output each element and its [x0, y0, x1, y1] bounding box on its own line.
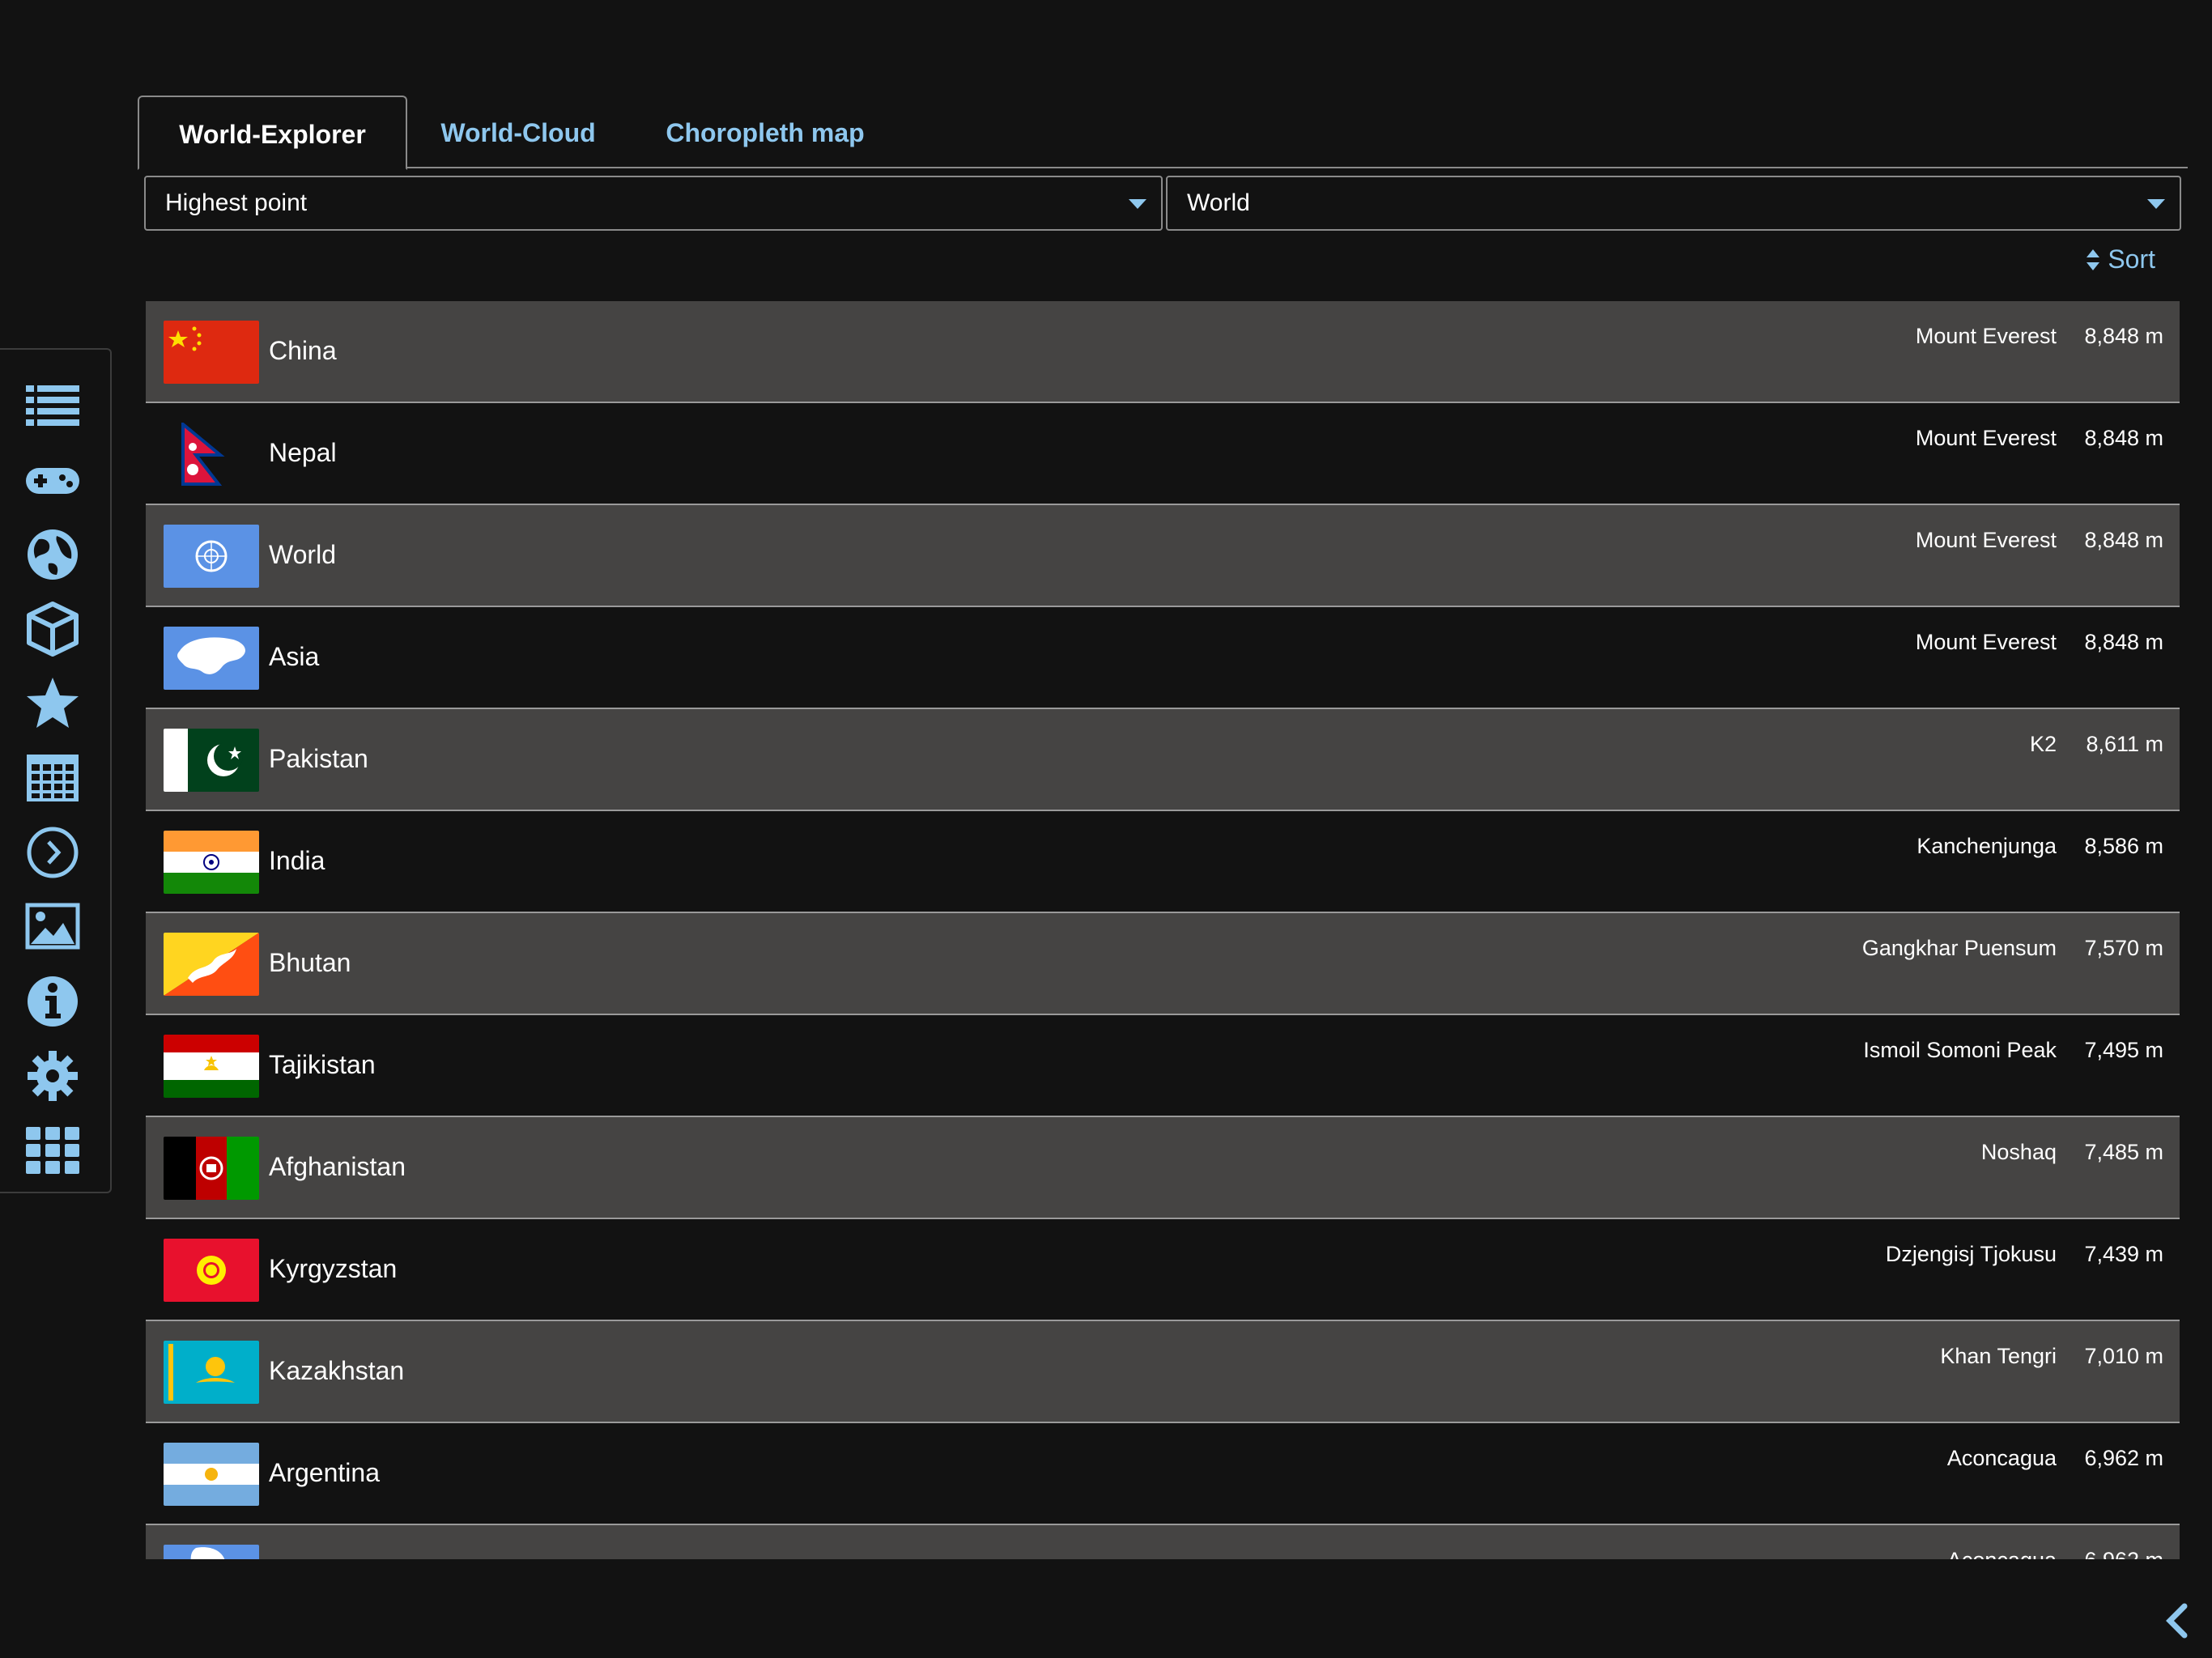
list-item[interactable]: China Mount Everest 8,848 m [146, 301, 2180, 403]
peak-height: 6,962 m [2084, 1446, 2163, 1470]
peak-height: 8,848 m [2084, 426, 2163, 450]
region-select-value: World [1187, 189, 1250, 216]
peak-name: Gangkhar Puensum [1861, 936, 2057, 960]
country-name: Argentina [269, 1458, 380, 1487]
gear-icon[interactable] [21, 1044, 84, 1107]
peak-height: 8,848 m [2084, 630, 2163, 654]
peak-height: 6,962 m [2084, 1548, 2163, 1559]
flag-icon [164, 831, 259, 894]
peak-name: Khan Tengri [1940, 1344, 2057, 1368]
chevron-left-icon[interactable] [2160, 1601, 2193, 1640]
peak-height: 8,848 m [2084, 528, 2163, 552]
peak-name: K2 [2029, 732, 2057, 756]
flag-icon [164, 627, 259, 690]
list-item[interactable]: World Mount Everest 8,848 m [146, 505, 2180, 607]
country-name: Nepal [269, 438, 337, 467]
peak-height: 8,611 m [2086, 732, 2163, 756]
cube-icon[interactable] [21, 597, 84, 661]
info-icon[interactable] [21, 970, 84, 1033]
flag-icon [164, 1443, 259, 1506]
flag-icon [164, 423, 259, 486]
peak-name: Dzjengisj Tjokusu [1885, 1242, 2057, 1266]
sidebar [0, 348, 112, 1193]
list-item[interactable]: Kyrgyzstan Dzjengisj Tjokusu 7,439 m [146, 1219, 2180, 1321]
star-icon[interactable] [21, 672, 84, 735]
country-name: Pakistan [269, 744, 368, 773]
list-item[interactable]: Asia Mount Everest 8,848 m [146, 607, 2180, 709]
flag-icon [164, 729, 259, 792]
globe-icon[interactable] [21, 523, 84, 586]
list-item[interactable]: India Kanchenjunga 8,586 m [146, 811, 2180, 913]
country-list: China Mount Everest 8,848 m Nepal Mount Ever… [146, 301, 2180, 1559]
country-name: World [269, 540, 336, 569]
list-item[interactable]: Aconcagua 6,962 m [146, 1525, 2180, 1559]
list-icon[interactable] [21, 374, 84, 437]
country-name: Afghanistan [269, 1152, 406, 1181]
list-item[interactable]: Pakistan K2 8,611 m [146, 709, 2180, 811]
peak-name: Aconcagua [1946, 1446, 2057, 1470]
flag-icon [164, 1137, 259, 1200]
chevron-down-icon [2147, 199, 2165, 209]
country-name: Kazakhstan [269, 1356, 405, 1385]
peak-height: 8,586 m [2084, 834, 2163, 858]
list-item[interactable]: Nepal Mount Everest 8,848 m [146, 403, 2180, 505]
peak-name: Ismoil Somoni Peak [1863, 1038, 2057, 1062]
flag-icon [164, 1545, 259, 1559]
category-select-value: Highest point [165, 189, 308, 216]
country-name: Asia [269, 642, 320, 671]
image-icon[interactable] [21, 895, 84, 959]
peak-name: Noshaq [1980, 1140, 2057, 1164]
tab-bar: World-Explorer World-Cloud Choropleth ma… [138, 96, 2188, 170]
list-item[interactable]: Tajikistan Ismoil Somoni Peak 7,495 m [146, 1015, 2180, 1117]
peak-name: Mount Everest [1915, 630, 2057, 654]
peak-name: Mount Everest [1915, 426, 2057, 450]
sort-label: Sort [2108, 244, 2155, 274]
country-name: Bhutan [269, 948, 351, 977]
flag-icon [164, 1239, 259, 1302]
country-name: India [269, 846, 325, 875]
list-item[interactable]: Argentina Aconcagua 6,962 m [146, 1423, 2180, 1525]
peak-height: 7,010 m [2084, 1344, 2163, 1368]
peak-height: 8,848 m [2084, 324, 2163, 348]
list-item[interactable]: Afghanistan Noshaq 7,485 m [146, 1117, 2180, 1219]
peak-name: Kanchenjunga [1916, 834, 2057, 858]
flag-icon [164, 525, 259, 588]
sort-icon [2087, 249, 2100, 270]
category-select[interactable]: Highest point [144, 176, 1163, 231]
peak-name: Mount Everest [1915, 324, 2057, 348]
list-item[interactable]: Bhutan Gangkhar Puensum 7,570 m [146, 913, 2180, 1015]
peak-height: 7,495 m [2084, 1038, 2163, 1062]
apps-grid-icon[interactable] [21, 1119, 84, 1182]
peak-name: Mount Everest [1915, 528, 2057, 552]
chevron-down-icon [1129, 199, 1146, 209]
peak-height: 7,439 m [2084, 1242, 2163, 1266]
list-item[interactable]: Kazakhstan Khan Tengri 7,010 m [146, 1321, 2180, 1423]
peak-height: 7,570 m [2084, 936, 2163, 960]
tab-world-cloud[interactable]: World-Cloud [429, 96, 607, 168]
country-name: Tajikistan [269, 1050, 376, 1079]
country-name: Kyrgyzstan [269, 1254, 398, 1283]
tab-choropleth-map[interactable]: Choropleth map [648, 96, 883, 168]
peak-name: Aconcagua [1947, 1548, 2057, 1559]
flag-icon [164, 1035, 259, 1098]
sort-button[interactable]: Sort [2085, 244, 2155, 274]
region-select[interactable]: World [1166, 176, 2181, 231]
flag-icon [164, 1341, 259, 1404]
peak-height: 7,485 m [2084, 1140, 2163, 1164]
tab-world-explorer[interactable]: World-Explorer [138, 96, 407, 170]
table-icon[interactable] [21, 746, 84, 810]
chevron-circle-icon[interactable] [21, 821, 84, 884]
flag-icon [164, 321, 259, 384]
country-name: China [269, 336, 337, 365]
gamepad-icon[interactable] [21, 449, 84, 512]
flag-icon [164, 933, 259, 996]
